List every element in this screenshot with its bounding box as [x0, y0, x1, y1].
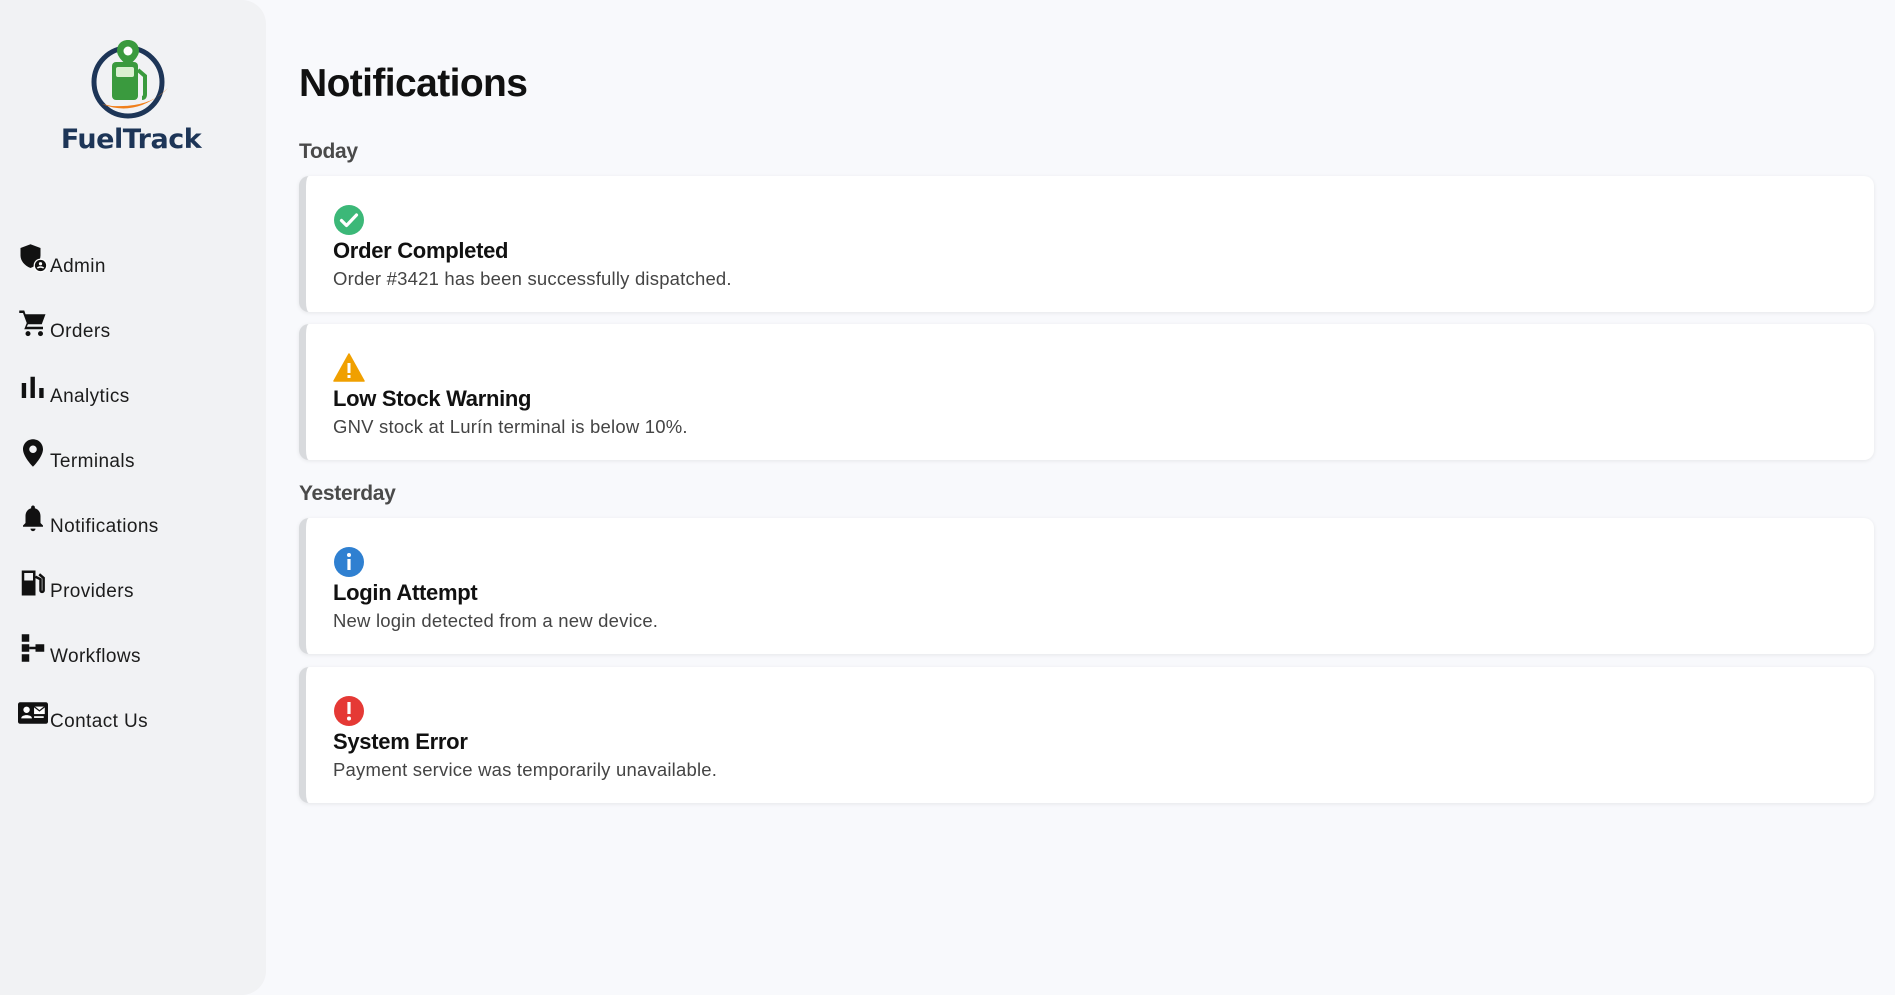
warning-triangle-icon	[333, 353, 365, 382]
group-label-yesterday: Yesterday	[299, 482, 396, 505]
notification-message: GNV stock at Lurín terminal is below 10%…	[333, 416, 688, 437]
sidebar: FuelTrack Admin Orders Analytics Termina…	[0, 0, 266, 995]
sidebar-item-admin[interactable]: Admin	[18, 223, 258, 288]
sidebar-item-analytics[interactable]: Analytics	[18, 353, 258, 418]
notification-card[interactable]: Order Completed Order #3421 has been suc…	[299, 176, 1874, 312]
sidebar-item-workflows[interactable]: Workflows	[18, 613, 258, 678]
admin-shield-icon	[18, 243, 51, 276]
sidebar-item-label: Notifications	[50, 516, 159, 537]
fuel-pump-icon	[18, 568, 51, 601]
notification-title: Low Stock Warning	[333, 386, 532, 411]
check-circle-icon	[334, 205, 364, 235]
fueltrack-logo-icon	[91, 40, 168, 119]
notification-title: System Error	[333, 729, 468, 754]
page-title: Notifications	[299, 62, 528, 105]
workflow-icon	[18, 633, 51, 666]
error-circle-icon	[334, 696, 364, 726]
notification-card[interactable]: System Error Payment service was tempora…	[299, 667, 1874, 803]
notification-card[interactable]: Login Attempt New login detected from a …	[299, 518, 1874, 654]
notification-message: New login detected from a new device.	[333, 610, 659, 631]
sidebar-item-label: Analytics	[50, 386, 130, 407]
sidebar-item-notifications[interactable]: Notifications	[18, 483, 258, 548]
sidebar-item-label: Workflows	[50, 646, 141, 667]
notification-message: Order #3421 has been successfully dispat…	[333, 268, 732, 289]
sidebar-item-label: Terminals	[50, 451, 135, 472]
bell-icon	[18, 503, 51, 536]
sidebar-nav: Admin Orders Analytics Terminals Notific…	[18, 223, 258, 743]
cart-icon	[18, 308, 51, 341]
notification-message: Payment service was temporarily unavaila…	[333, 759, 718, 780]
notification-card[interactable]: Low Stock Warning GNV stock at Lurín ter…	[299, 324, 1874, 460]
sidebar-item-label: Orders	[50, 321, 111, 342]
sidebar-item-label: Admin	[50, 256, 106, 277]
info-circle-icon	[334, 547, 364, 577]
sidebar-item-providers[interactable]: Providers	[18, 548, 258, 613]
map-pin-icon	[18, 438, 51, 471]
sidebar-item-orders[interactable]: Orders	[18, 288, 258, 353]
app-name: FuelTrack	[60, 124, 202, 155]
contact-card-icon	[18, 698, 51, 731]
sidebar-item-terminals[interactable]: Terminals	[18, 418, 258, 483]
notification-title: Login Attempt	[333, 580, 478, 605]
sidebar-item-label: Contact Us	[50, 711, 148, 732]
bar-chart-icon	[18, 373, 51, 406]
sidebar-item-label: Providers	[50, 581, 134, 602]
sidebar-item-contact-us[interactable]: Contact Us	[18, 678, 258, 743]
app-logo[interactable]: FuelTrack	[0, 36, 262, 155]
group-label-today: Today	[299, 140, 358, 163]
notification-title: Order Completed	[333, 238, 509, 263]
